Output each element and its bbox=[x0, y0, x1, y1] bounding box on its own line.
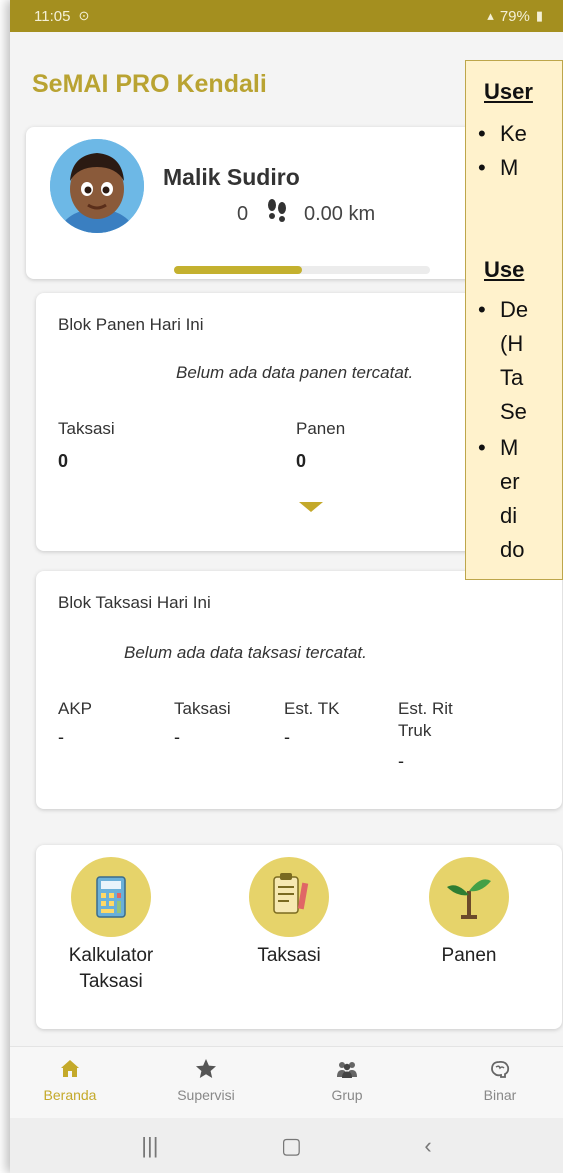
nav-label-supervisi: Supervisi bbox=[177, 1087, 235, 1103]
status-bar: 11:05 ⊙ ▴ 79% ▮ bbox=[10, 0, 563, 32]
col-est-rit-value: - bbox=[398, 751, 404, 771]
panen-panen-value: 0 bbox=[296, 451, 307, 471]
action-label-panen: Panen bbox=[441, 945, 497, 966]
progress-bar bbox=[174, 266, 430, 274]
home-icon bbox=[61, 1060, 79, 1077]
panen-taksasi-value: 0 bbox=[58, 451, 69, 471]
nav-label-binar: Binar bbox=[483, 1087, 517, 1103]
taksasi-empty-message: Belum ada data taksasi tercatat. bbox=[124, 643, 367, 662]
status-time: 11:05 bbox=[34, 7, 71, 25]
battery-icon: ▮ bbox=[535, 8, 543, 23]
bullet: • bbox=[478, 297, 486, 322]
action-label-taksasi: Taksasi bbox=[257, 945, 321, 966]
note-section1-title: User bbox=[484, 79, 533, 104]
taksasi-card-title: Blok Taksasi Hari Ini bbox=[58, 593, 211, 612]
calculator-icon-circle[interactable] bbox=[71, 857, 151, 937]
nav-supervisi[interactable]: Supervisi bbox=[156, 1057, 256, 1103]
note-item: • M bbox=[478, 433, 518, 463]
signal-icon: ▴ bbox=[487, 8, 494, 23]
system-navigation-bar: ||| ▢ ‹ bbox=[10, 1118, 563, 1173]
taksasi-card[interactable]: Blok Taksasi Hari Ini Belum ada data tak… bbox=[36, 571, 562, 809]
note-item-cont: do bbox=[500, 537, 525, 562]
note-item-text: M bbox=[500, 155, 519, 180]
battery-level: 79% bbox=[499, 7, 530, 25]
actions-card: Kalkulator Taksasi Taksasi Panen bbox=[36, 845, 562, 1029]
action-label-line2: Taksasi bbox=[79, 971, 143, 992]
panen-card-title: Blok Panen Hari Ini bbox=[58, 315, 204, 334]
user-name: Malik Sudiro bbox=[163, 164, 300, 190]
note-item-cont: di bbox=[500, 503, 518, 528]
avatar[interactable] bbox=[50, 139, 144, 233]
panen-taksasi-label: Taksasi bbox=[58, 419, 115, 438]
note-item-text: Ke bbox=[500, 121, 527, 146]
bullet: • bbox=[478, 121, 486, 146]
nav-grup[interactable]: Grup bbox=[297, 1057, 397, 1103]
clipboard-icon-circle[interactable] bbox=[249, 857, 329, 937]
bullet: • bbox=[478, 435, 486, 460]
col-taksasi-value: - bbox=[174, 727, 180, 747]
avatar-illustration bbox=[50, 139, 144, 233]
brain-icon bbox=[491, 1060, 510, 1078]
screenshot-frame: 11:05 ⊙ ▴ 79% ▮ SeMAI PRO Kendali Malik … bbox=[0, 0, 563, 1173]
group-icon bbox=[337, 1062, 357, 1078]
footsteps-icon bbox=[268, 199, 286, 222]
note-section2-title: Use bbox=[484, 257, 525, 282]
nav-binar[interactable]: Binar bbox=[450, 1057, 550, 1103]
note-item: • De bbox=[478, 295, 528, 325]
note-item-text: De bbox=[500, 297, 529, 322]
calculator-icon bbox=[96, 876, 126, 918]
nav-label-grup: Grup bbox=[331, 1087, 363, 1103]
nav-label-beranda: Beranda bbox=[43, 1087, 97, 1103]
note-item: • Ke bbox=[478, 119, 527, 149]
distance: 0.00 km bbox=[304, 203, 376, 225]
col-akp-label: AKP bbox=[58, 699, 93, 718]
col-est-tk-label: Est. TK bbox=[284, 699, 340, 718]
note-item-cont: Se bbox=[500, 399, 527, 424]
note-item-cont: Ta bbox=[500, 365, 524, 390]
panen-panen-label: Panen bbox=[296, 419, 346, 438]
back-button[interactable]: ‹ bbox=[424, 1133, 431, 1159]
star-icon bbox=[196, 1059, 216, 1078]
note-item: • M bbox=[478, 153, 518, 183]
expand-chevron-icon[interactable] bbox=[299, 502, 323, 512]
recent-apps-button[interactable]: ||| bbox=[141, 1133, 158, 1159]
col-est-tk-value: - bbox=[284, 727, 290, 747]
note-item-text: M bbox=[500, 435, 519, 460]
note-item-cont: (H bbox=[500, 331, 524, 356]
bottom-navigation: Beranda Supervisi Grup Binar bbox=[10, 1046, 563, 1118]
clipboard-icon bbox=[273, 873, 309, 914]
annotation-note: User • Ke • M Use • De (H Ta Se • M er di do bbox=[465, 60, 563, 580]
nav-beranda[interactable]: Beranda bbox=[20, 1057, 120, 1103]
progress-fill bbox=[174, 266, 302, 274]
panen-empty-message: Belum ada data panen tercatat. bbox=[176, 363, 414, 382]
step-count: 0 bbox=[237, 203, 249, 225]
status-right: ▴ 79% ▮ bbox=[487, 8, 543, 25]
notification-icon: ⊙ bbox=[78, 8, 90, 23]
status-left: 11:05 ⊙ bbox=[34, 8, 89, 25]
app-title: SeMAI PRO Kendali bbox=[32, 70, 267, 98]
note-item-cont: er bbox=[500, 469, 520, 494]
bullet: • bbox=[478, 155, 486, 180]
col-akp-value: - bbox=[58, 727, 64, 747]
col-est-rit-label: Est. Rit bbox=[398, 699, 453, 718]
sprout-icon bbox=[447, 879, 491, 919]
col-taksasi-label: Taksasi bbox=[174, 699, 231, 718]
home-button[interactable]: ▢ bbox=[281, 1133, 302, 1159]
sprout-icon-circle[interactable] bbox=[429, 857, 509, 937]
action-label-line1: Kalkulator bbox=[68, 945, 154, 966]
col-est-rit-label-2: Truk bbox=[398, 721, 432, 740]
